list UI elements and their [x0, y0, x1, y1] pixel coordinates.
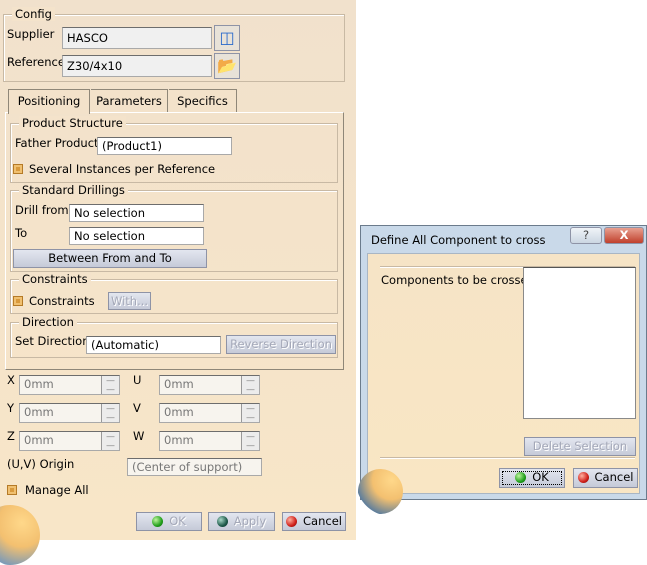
spinner-icon[interactable]: ― ―	[241, 376, 259, 394]
drill-to-label: To	[15, 226, 28, 240]
w-field[interactable]: 0mm ― ―	[159, 431, 260, 451]
product-structure-legend: Product Structure	[19, 116, 126, 130]
drill-from-field[interactable]: No selection	[69, 204, 204, 222]
dark-ball-icon	[216, 516, 228, 527]
set-direction-label: Set Direction	[15, 334, 90, 348]
between-from-and-to-button[interactable]: Between From and To	[13, 249, 207, 268]
tab-positioning[interactable]: Positioning	[8, 89, 90, 114]
u-label: U	[133, 373, 142, 387]
u-value: 0mm	[164, 377, 194, 391]
supplier-label: Supplier	[7, 27, 55, 41]
several-instances-checkbox[interactable]	[13, 164, 23, 174]
ok-button[interactable]: OK	[136, 512, 202, 531]
v-label: V	[133, 401, 141, 415]
drill-from-label: Drill from	[15, 203, 69, 217]
x-label: X	[7, 373, 15, 387]
red-ball-icon	[577, 472, 589, 483]
reverse-direction-button[interactable]: Reverse Direction	[226, 335, 336, 354]
components-label: Components to be crossed	[381, 273, 535, 287]
z-label: Z	[7, 429, 15, 443]
spinner-icon[interactable]: ― ―	[241, 404, 259, 422]
spinner-icon[interactable]: ― ―	[241, 432, 259, 450]
ok-label: OK	[169, 514, 186, 528]
close-button[interactable]: X	[604, 227, 644, 244]
reference-field[interactable]: Z30/4x10	[62, 55, 212, 77]
v-field[interactable]: 0mm ― ―	[159, 403, 260, 423]
supplier-field[interactable]: HASCO	[62, 27, 212, 49]
x-value: 0mm	[24, 377, 54, 391]
w-value: 0mm	[164, 433, 194, 447]
catia-logo	[358, 469, 403, 514]
book-icon[interactable]: ◫	[214, 25, 240, 51]
red-ball-icon	[286, 516, 298, 527]
w-label: W	[133, 429, 145, 443]
spinner-icon[interactable]: ― ―	[101, 404, 119, 422]
constraints-label: Constraints	[29, 294, 95, 308]
open-folder-icon[interactable]: 📂	[214, 53, 240, 79]
cancel-label: Cancel	[303, 514, 342, 528]
father-product-label: Father Product	[15, 136, 99, 150]
direction-legend: Direction	[19, 315, 77, 329]
spinner-icon[interactable]: ― ―	[101, 376, 119, 394]
spinner-icon[interactable]: ― ―	[101, 432, 119, 450]
cancel-button[interactable]: Cancel	[282, 512, 346, 531]
dialog-cancel-label: Cancel	[594, 470, 634, 484]
z-field[interactable]: 0mm ― ―	[19, 431, 120, 451]
manage-all-label: Manage All	[25, 483, 89, 497]
dialog-title: Define All Component to cross	[371, 233, 546, 247]
y-value: 0mm	[24, 405, 54, 419]
help-button[interactable]: ?	[570, 227, 602, 244]
dialog-ok-label: OK	[532, 470, 549, 484]
delete-selection-button[interactable]: Delete Selection	[524, 437, 636, 456]
with-button[interactable]: With...	[108, 292, 151, 310]
catia-logo	[0, 505, 40, 565]
y-label: Y	[7, 401, 15, 415]
apply-button[interactable]: Apply	[208, 512, 275, 531]
tab-specifics[interactable]: Specifics	[169, 89, 237, 113]
config-legend: Config	[12, 7, 55, 21]
constraints-legend: Constraints	[19, 272, 91, 286]
standard-drillings-legend: Standard Drillings	[19, 183, 128, 197]
several-instances-label: Several Instances per Reference	[29, 162, 216, 176]
define-components-dialog: Define All Component to cross ? X Compon…	[358, 225, 647, 514]
v-value: 0mm	[164, 405, 194, 419]
tab-parameters[interactable]: Parameters	[91, 89, 168, 113]
reference-label: Reference	[7, 55, 65, 69]
father-product-field[interactable]: (Product1)	[97, 137, 232, 155]
drill-to-field[interactable]: No selection	[69, 227, 204, 245]
divider	[380, 457, 635, 459]
green-ball-icon	[515, 472, 527, 483]
apply-label: Apply	[233, 514, 267, 528]
dialog-ok-button[interactable]: OK	[499, 468, 565, 488]
dialog-cancel-button[interactable]: Cancel	[573, 468, 638, 488]
u-field[interactable]: 0mm ― ―	[159, 375, 260, 395]
uv-origin-label: (U,V) Origin	[7, 457, 75, 471]
components-list[interactable]	[523, 267, 636, 419]
constraints-checkbox[interactable]	[13, 296, 23, 306]
positioning-panel: Config Supplier HASCO ◫ Reference Z30/4x…	[0, 0, 356, 565]
set-direction-field[interactable]: (Automatic)	[86, 336, 221, 354]
y-field[interactable]: 0mm ― ―	[19, 403, 120, 423]
dialog-body: Components to be crossed Delete Selectio…	[358, 253, 640, 514]
uv-origin-field[interactable]: (Center of support)	[127, 458, 262, 476]
x-field[interactable]: 0mm ― ―	[19, 375, 120, 395]
manage-all-checkbox[interactable]	[7, 485, 17, 495]
green-ball-icon	[152, 516, 164, 527]
z-value: 0mm	[24, 433, 54, 447]
